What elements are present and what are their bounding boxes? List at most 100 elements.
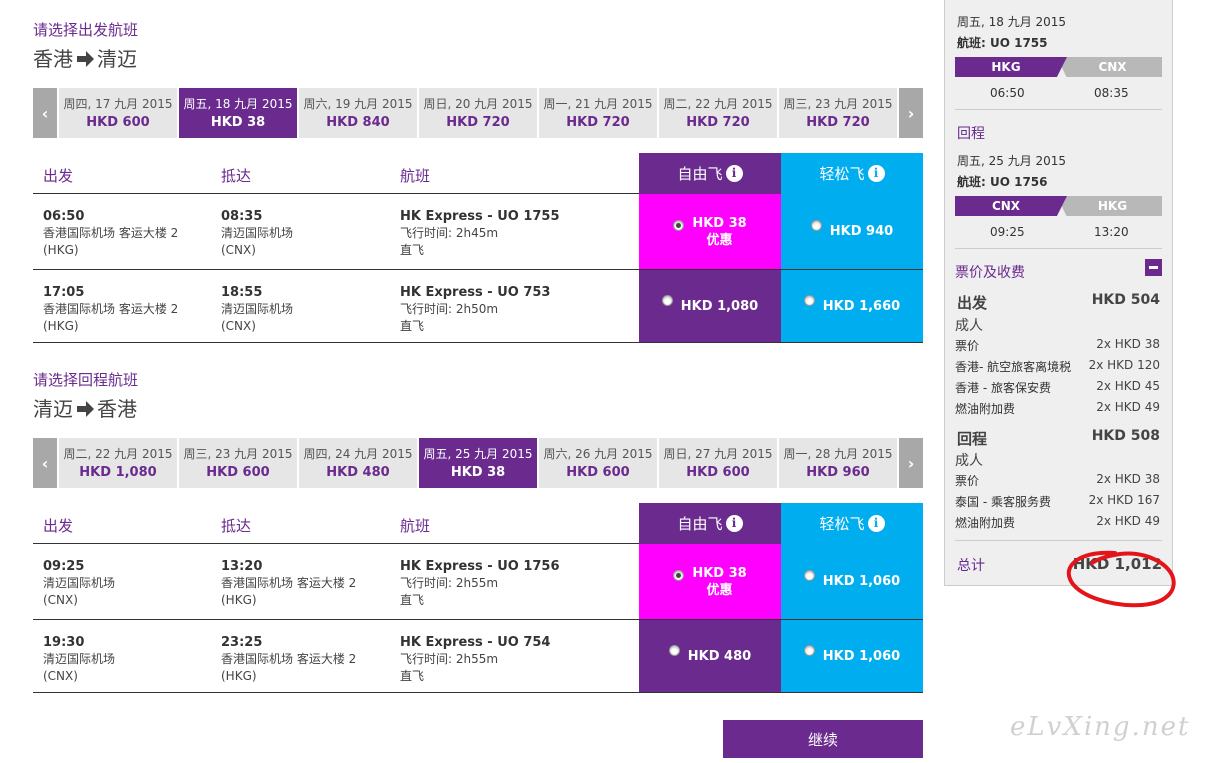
fees-out-title: 出发 xyxy=(957,294,988,312)
continue-button[interactable]: 继续 xyxy=(723,720,923,758)
radio-button[interactable] xyxy=(803,294,815,306)
watermark: eLvXing.net xyxy=(1010,712,1191,742)
route-from-code: CNX xyxy=(955,196,1067,216)
summary-out-arr: 08:35 xyxy=(1094,86,1129,100)
date-label: 周二, 22 九月 2015 xyxy=(663,97,773,111)
minus-icon[interactable] xyxy=(1145,259,1162,276)
summary-ret-date: 周五, 25 九月 2015 xyxy=(957,154,1067,168)
header-fare-free: 自由飞 i xyxy=(639,503,781,544)
route-from: 香港 xyxy=(33,47,73,71)
date-price: HKD 960 xyxy=(806,465,870,480)
fare-easy-option[interactable]: HKD 940 xyxy=(781,194,923,269)
date-label: 周日, 27 九月 2015 xyxy=(663,447,773,461)
info-icon[interactable]: i xyxy=(867,165,885,182)
date-option[interactable]: 周日, 27 九月 2015 HKD 600 xyxy=(659,438,777,488)
fee-value: 2x HKD 38 xyxy=(1096,472,1160,486)
flight-row: 17:05 香港国际机场 客运大楼 2 (HKG) 18:55 清迈国际机场 (CNX) H… xyxy=(33,270,923,343)
date-option[interactable]: 周一, 21 九月 2015 HKD 720 xyxy=(539,88,657,138)
summary-ret-dep: 09:25 xyxy=(990,225,1025,239)
fee-label: 香港- 航空旅客离境税 xyxy=(955,360,1072,374)
date-option[interactable]: 周四, 24 九月 2015 HKD 480 xyxy=(299,438,417,488)
fare-easy-option[interactable]: HKD 1,660 xyxy=(781,270,923,342)
flight-stops: 直飞 xyxy=(400,593,425,607)
fare-easy-option[interactable]: HKD 1,060 xyxy=(781,620,923,692)
date-price: HKD 720 xyxy=(806,115,870,130)
divider xyxy=(955,248,1162,249)
radio-button[interactable] xyxy=(810,220,822,231)
info-icon[interactable]: i xyxy=(867,515,885,532)
date-option[interactable]: 周六, 26 九月 2015 HKD 600 xyxy=(539,438,657,488)
route-to: 香港 xyxy=(97,397,137,421)
arr-airport: 清迈国际机场 xyxy=(221,302,294,316)
date-option[interactable]: 周二, 22 九月 2015 HKD 1,080 xyxy=(59,438,177,488)
route-to: 清迈 xyxy=(97,47,137,71)
date-label: 周三, 23 九月 2015 xyxy=(183,447,293,461)
fee-label: 票价 xyxy=(955,339,980,353)
flight-duration: 飞行时间: 2h45m xyxy=(400,226,499,240)
fare-free-option[interactable]: HKD 38 优惠 xyxy=(639,194,781,269)
date-option[interactable]: 周二, 22 九月 2015 HKD 720 xyxy=(659,88,777,138)
departure-info: 19:30 清迈国际机场 (CNX) xyxy=(43,634,115,685)
summary-out-date: 周五, 18 九月 2015 xyxy=(957,15,1067,29)
return-date-selector: ‹ › 周二, 22 九月 2015 HKD 1,080 周三, 23 九月 201… xyxy=(33,438,923,488)
info-icon[interactable]: i xyxy=(725,165,743,182)
fare-price: HKD 38 xyxy=(692,565,747,581)
radio-button[interactable] xyxy=(803,644,815,656)
dep-airport: 清迈国际机场 xyxy=(43,576,116,590)
summary-ret-flight: 航班: UO 1756 xyxy=(957,175,1048,189)
radio-button[interactable] xyxy=(661,294,673,306)
flight-info: HK Express - UO 753 飞行时间: 2h50m 直飞 xyxy=(400,284,550,335)
radio-button[interactable] xyxy=(673,570,685,581)
summary-out-dep: 06:50 xyxy=(990,86,1025,100)
fare-easy-option[interactable]: HKD 1,060 xyxy=(781,544,923,619)
radio-button[interactable] xyxy=(668,644,680,656)
fee-value: 2x HKD 167 xyxy=(1088,493,1160,507)
flight-duration: 飞行时间: 2h55m xyxy=(400,576,499,590)
info-icon[interactable]: i xyxy=(725,515,743,532)
arrow-right-icon xyxy=(77,401,94,417)
outbound-route: 香港 清迈 xyxy=(33,43,137,72)
flight-row: 19:30 清迈国际机场 (CNX) 23:25 香港国际机场 客运大楼 2 (HKG) H… xyxy=(33,620,923,693)
route-to-code: HKG xyxy=(1057,196,1162,216)
arrival-info: 23:25 香港国际机场 客运大楼 2 (HKG) xyxy=(221,634,356,685)
chevron-left-icon[interactable]: ‹ xyxy=(33,88,57,138)
departure-info: 09:25 清迈国际机场 (CNX) xyxy=(43,558,115,609)
radio-button[interactable] xyxy=(673,220,685,231)
date-option[interactable]: 周三, 23 九月 2015 HKD 720 xyxy=(779,88,897,138)
fees-ret-pax: 成人 xyxy=(955,453,983,469)
dep-time: 06:50 xyxy=(43,209,85,224)
fare-price: HKD 38 xyxy=(692,215,747,231)
radio-button[interactable] xyxy=(803,570,815,581)
date-option[interactable]: 周日, 20 九月 2015 HKD 720 xyxy=(419,88,537,138)
date-option[interactable]: 周五, 18 九月 2015 HKD 38 xyxy=(179,88,297,138)
fare-free-option[interactable]: HKD 38 优惠 xyxy=(639,544,781,619)
dep-time: 19:30 xyxy=(43,635,85,650)
chevron-left-icon[interactable]: ‹ xyxy=(33,438,57,488)
date-option[interactable]: 周四, 17 九月 2015 HKD 600 xyxy=(59,88,177,138)
fare-price: HKD 480 xyxy=(687,648,752,664)
date-price: HKD 1,080 xyxy=(79,465,157,480)
date-option[interactable]: 周一, 28 九月 2015 HKD 960 xyxy=(779,438,897,488)
header-arrive: 抵达 xyxy=(221,517,252,535)
date-price: HKD 38 xyxy=(450,465,506,480)
fare-tag: 优惠 xyxy=(706,232,733,248)
route-from-code: HKG xyxy=(955,57,1067,77)
chevron-right-icon[interactable]: › xyxy=(899,88,923,138)
fee-value: 2x HKD 45 xyxy=(1096,379,1160,393)
date-option[interactable]: 周六, 19 九月 2015 HKD 840 xyxy=(299,88,417,138)
arr-airport: 香港国际机场 客运大楼 2 xyxy=(221,652,357,666)
fee-label: 燃油附加费 xyxy=(955,516,1016,530)
date-price: HKD 720 xyxy=(686,115,750,130)
summary-return-title: 回程 xyxy=(957,126,985,142)
fee-label: 泰国 - 乘客服务费 xyxy=(955,495,1051,509)
date-option[interactable]: 周三, 23 九月 2015 HKD 600 xyxy=(179,438,297,488)
departure-info: 06:50 香港国际机场 客运大楼 2 (HKG) xyxy=(43,208,178,259)
chevron-right-icon[interactable]: › xyxy=(899,438,923,488)
fare-free-option[interactable]: HKD 1,080 xyxy=(639,270,781,342)
flight-info: HK Express - UO 754 飞行时间: 2h55m 直飞 xyxy=(400,634,550,685)
date-label: 周一, 28 九月 2015 xyxy=(783,447,893,461)
date-option[interactable]: 周五, 25 九月 2015 HKD 38 xyxy=(419,438,537,488)
return-section-title: 请选择回程航班 xyxy=(33,371,139,389)
fare-free-option[interactable]: HKD 480 xyxy=(639,620,781,692)
flight-stops: 直飞 xyxy=(400,669,425,683)
